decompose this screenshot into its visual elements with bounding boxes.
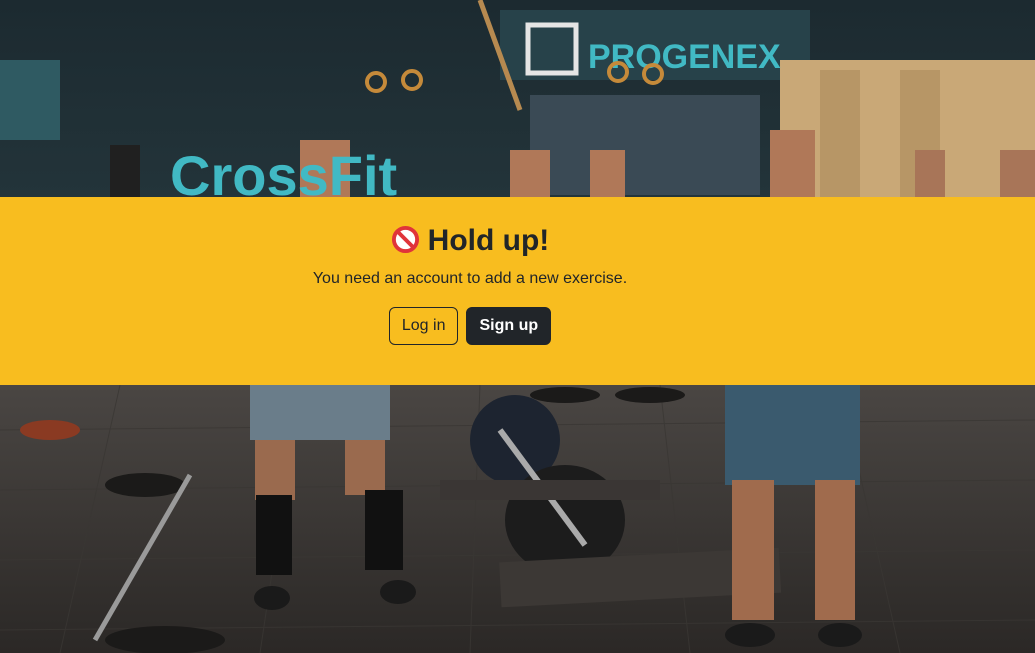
no-entry-icon xyxy=(391,225,419,254)
login-button[interactable]: Log in xyxy=(388,307,459,345)
banner-message: You need an account to add a new exercis… xyxy=(312,270,628,287)
signup-button[interactable]: Sign up xyxy=(466,307,552,345)
banner-title-text: Hold up! xyxy=(427,224,550,257)
auth-actions: Log in Sign up xyxy=(0,307,940,345)
auth-required-banner: Hold up! You need an account to add a ne… xyxy=(0,197,1035,385)
banner-title: Hold up! xyxy=(0,221,940,261)
svg-text:PROGENEX: PROGENEX xyxy=(588,38,781,76)
